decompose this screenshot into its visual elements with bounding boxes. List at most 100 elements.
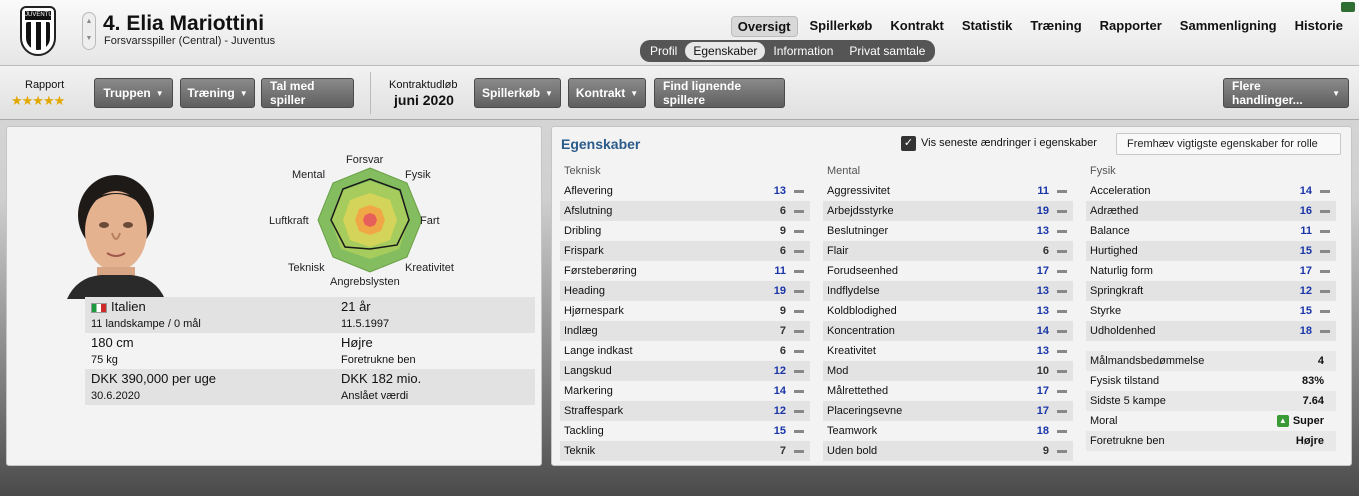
attribute-row[interactable]: Koldblodighed 13 (823, 301, 1073, 321)
attribute-row[interactable]: Afslutning 6 (560, 201, 810, 221)
attribute-row[interactable]: Markering 14 (560, 381, 810, 401)
extra-stat-value: 4 (1317, 355, 1324, 367)
trend-dash-icon (1057, 449, 1067, 453)
trend-dash-icon (1057, 309, 1067, 313)
highlight-role-dropdown[interactable]: Fremhæv vigtigste egenskaber for rolle (1116, 133, 1341, 155)
attribute-row[interactable]: Teamwork 18 (823, 421, 1073, 441)
attribute-row[interactable]: Hurtighed 15 (1086, 241, 1336, 261)
spillerkob-button[interactable]: Spillerkøb ▼ (474, 78, 561, 108)
attribute-name: Kreativitet (827, 345, 876, 357)
tab-statistik[interactable]: Statistik (956, 16, 1019, 37)
attribute-value: 19 (773, 285, 786, 297)
attribute-row[interactable]: Indlæg 7 (560, 321, 810, 341)
attribute-row[interactable]: Naturlig form 17 (1086, 261, 1336, 281)
trend-dash-icon (1057, 409, 1067, 413)
attribute-row[interactable]: Dribling 9 (560, 221, 810, 241)
attribute-row[interactable]: Flair 6 (823, 241, 1073, 261)
attribute-row[interactable]: Frispark 6 (560, 241, 810, 261)
attribute-row[interactable]: Aggressivitet 11 (823, 181, 1073, 201)
attribute-row[interactable]: Straffespark 12 (560, 401, 810, 421)
tab-sammenligning[interactable]: Sammenligning (1174, 16, 1283, 37)
attribute-value: 12 (1299, 285, 1312, 297)
attribute-name: Indflydelse (827, 285, 880, 297)
player-value: DKK 182 mio. (341, 371, 422, 386)
nationality: Italien (91, 299, 146, 314)
attribute-row[interactable]: Langskud 12 (560, 361, 810, 381)
caps: 11 landskampe / 0 mål (91, 318, 201, 330)
subtab-egenskaber[interactable]: Egenskaber (685, 42, 766, 60)
radar-label-angrebslysten: Angrebslysten (330, 276, 400, 288)
attribute-row[interactable]: Acceleration 14 (1086, 181, 1336, 201)
attribute-row[interactable]: Udholdenhed 18 (1086, 321, 1336, 341)
tab-historie[interactable]: Historie (1289, 16, 1349, 37)
attribute-row[interactable]: Målrettethed 17 (823, 381, 1073, 401)
player-navigation-arrows[interactable]: ▲ ▼ (82, 12, 96, 50)
tab-oversigt[interactable]: Oversigt (730, 16, 798, 37)
trend-dash-icon (1320, 329, 1330, 333)
attribute-name: Aflevering (564, 185, 613, 197)
attribute-row[interactable]: Tackling 15 (560, 421, 810, 441)
attribute-value: 13 (773, 185, 786, 197)
flere-handlinger-button[interactable]: Flere handlinger... ▼ (1223, 78, 1349, 108)
attribute-row[interactable]: Adræthed 16 (1086, 201, 1336, 221)
attribute-value: 7 (779, 325, 786, 337)
club-crest-icon[interactable]: JUVENTUS (20, 6, 56, 56)
attribute-row[interactable]: Styrke 15 (1086, 301, 1336, 321)
tab-spillerkob[interactable]: Spillerkøb (804, 16, 879, 37)
trend-dash-icon (794, 409, 804, 413)
trend-dash-icon (1057, 229, 1067, 233)
attribute-row[interactable]: Kreativitet 13 (823, 341, 1073, 361)
attribute-row[interactable]: Indflydelse 13 (823, 281, 1073, 301)
column-title: Fysik (1090, 165, 1116, 177)
trend-dash-icon (794, 269, 804, 273)
trend-dash-icon (1320, 229, 1330, 233)
status-icon[interactable] (1341, 2, 1355, 12)
attribute-row[interactable]: Aflevering 13 (560, 181, 810, 201)
truppen-button[interactable]: Truppen ▼ (94, 78, 173, 108)
tal-med-spiller-button[interactable]: Tal med spiller (261, 78, 354, 108)
info-row-nationality: Italien 11 landskampe / 0 mål 21 år 11.5… (85, 297, 535, 333)
attribute-row[interactable]: Springkraft 12 (1086, 281, 1336, 301)
crest-text: JUVENTUS (25, 11, 56, 20)
find-lignende-button[interactable]: Find lignende spillere (654, 78, 785, 108)
traening-button[interactable]: Træning ▼ (180, 78, 255, 108)
attribute-name: Dribling (564, 225, 602, 237)
attribute-row[interactable]: Beslutninger 13 (823, 221, 1073, 241)
attribute-row[interactable]: Førsteberøring 11 (560, 261, 810, 281)
attribute-row[interactable]: Hjørnespark 9 (560, 301, 810, 321)
player-value-label: Anslået værdi (341, 390, 409, 402)
attribute-row[interactable]: Teknik 7 (560, 441, 810, 461)
extra-stat-row: Sidste 5 kampe 7.64 (1086, 391, 1336, 411)
show-changes-checkbox[interactable]: ✓ (901, 136, 916, 151)
attribute-name: Frispark (564, 245, 604, 257)
subtab-privat-samtale[interactable]: Privat samtale (841, 42, 933, 60)
attribute-value: 17 (1036, 265, 1049, 277)
attribute-name: Adræthed (1090, 205, 1139, 217)
tab-traening[interactable]: Træning (1024, 16, 1087, 37)
attribute-row[interactable]: Lange indkast 6 (560, 341, 810, 361)
height: 180 cm (91, 335, 134, 350)
attribute-row[interactable]: Placeringsevne 17 (823, 401, 1073, 421)
subtab-profil[interactable]: Profil (642, 42, 685, 60)
chevron-down-icon: ▼ (1332, 88, 1340, 98)
trend-dash-icon (794, 249, 804, 253)
attribute-row[interactable]: Heading 19 (560, 281, 810, 301)
attribute-value: 10 (1036, 365, 1049, 377)
subtab-information[interactable]: Information (765, 42, 841, 60)
kontrakt-button[interactable]: Kontrakt ▼ (568, 78, 646, 108)
radar-label-mental: Mental (292, 169, 326, 181)
column-title: Teknisk (564, 165, 601, 177)
trend-dash-icon (1320, 209, 1330, 213)
attribute-row[interactable]: Koncentration 14 (823, 321, 1073, 341)
tab-rapporter[interactable]: Rapporter (1094, 16, 1168, 37)
rating-stars-icon[interactable]: ★★★★★ (11, 93, 65, 109)
attribute-row[interactable]: Balance 11 (1086, 221, 1336, 241)
attribute-row[interactable]: Uden bold 9 (823, 441, 1073, 461)
radar-label-fysik: Fysik (405, 169, 431, 181)
attribute-name: Afslutning (564, 205, 613, 217)
attribute-row[interactable]: Arbejdsstyrke 19 (823, 201, 1073, 221)
attribute-value: 14 (1299, 185, 1312, 197)
attribute-row[interactable]: Forudseenhed 17 (823, 261, 1073, 281)
tab-kontrakt[interactable]: Kontrakt (884, 16, 949, 37)
attribute-row[interactable]: Mod 10 (823, 361, 1073, 381)
